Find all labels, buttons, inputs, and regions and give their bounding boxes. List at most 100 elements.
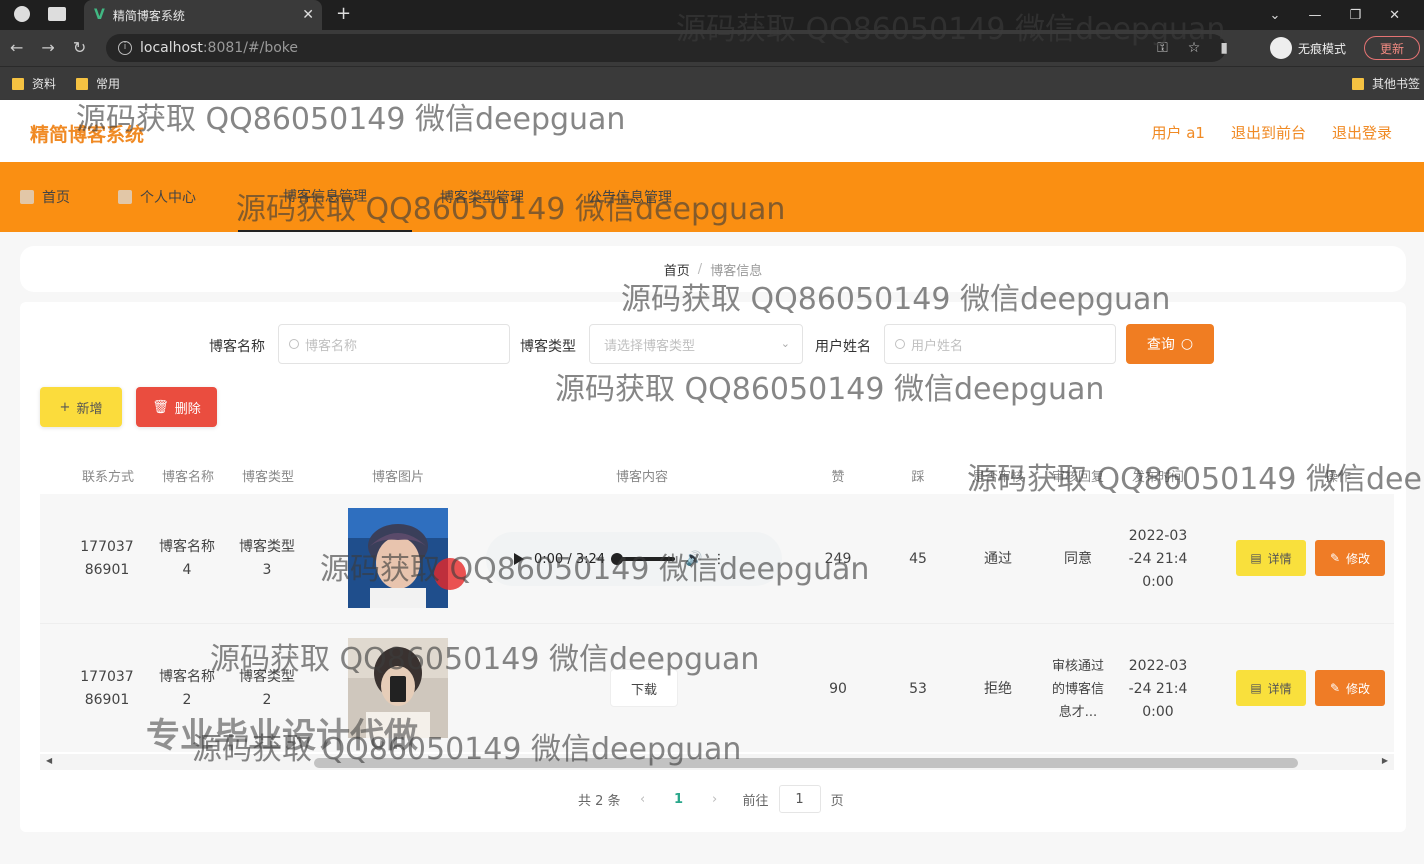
user-name-input[interactable]: 用户姓名 [884,324,1116,364]
blog-image [348,638,448,738]
download-button[interactable]: 下载 [610,669,678,707]
home-icon [20,190,34,204]
folder-icon [76,77,88,90]
folder-icon [1352,77,1364,90]
delete-button[interactable]: 🗑 删除 [136,387,217,427]
blog-name-placeholder: 博客名称 [305,338,358,354]
tab-close-icon[interactable]: ✕ [302,7,314,23]
nav-profile[interactable]: 个人中心 [118,162,196,232]
vue-logo-icon: V [94,7,105,23]
audio-player[interactable]: 0:00 / 3:24 🔊 ⋮ [486,532,782,586]
restore-icon[interactable]: ❐ [1349,8,1361,23]
likes-cell: 90 [829,681,847,697]
close-window-icon[interactable]: ✕ [1389,8,1400,23]
blog-image [348,508,448,608]
col-blog-content: 博客内容 [615,470,668,485]
nav-blog-mgmt[interactable]: 博客信息管理 [238,162,412,232]
edit-label: 修改 [1346,551,1371,566]
main-nav: 首页 个人中心 博客信息管理 博客类型管理 公告信息管理 [0,162,1424,232]
reply-cell: 同意 [1064,551,1092,567]
plus-icon: + [59,399,71,415]
incognito-indicator[interactable]: 无痕模式 [1270,37,1346,59]
scroll-left-icon[interactable]: ◀ [46,756,52,765]
detail-button[interactable]: ▤ 详情 [1236,670,1306,706]
address-actions: ⚿ ☆ ▮ [1157,40,1228,56]
audio-progress[interactable] [611,553,676,565]
sidepanel-icon[interactable]: ▮ [1220,40,1228,56]
page-suffix: 页 [830,793,844,809]
tab-list-icon[interactable]: ⌄ [1270,8,1281,23]
volume-icon[interactable]: 🔊 [685,551,702,567]
contact-cell: 17703786901 [80,669,134,708]
nav-category-mgmt-label: 博客类型管理 [440,190,524,206]
dislikes-cell: 53 [909,681,927,697]
main-panel: 博客名称 博客名称 博客类型 请选择博客类型 ⌄ 用户姓名 用户姓名 查询 ○ … [20,302,1406,832]
update-button[interactable]: 更新 [1364,36,1420,60]
page-number[interactable]: 1 [665,792,693,807]
prev-page-icon[interactable]: ‹ [631,792,655,807]
detail-button[interactable]: ▤ 详情 [1236,540,1306,576]
search-form: 博客名称 博客名称 博客类型 请选择博客类型 ⌄ 用户姓名 用户姓名 查询 ○ [20,324,1406,366]
key-icon[interactable]: ⚿ [1157,40,1168,56]
scrollbar-thumb[interactable] [314,758,1298,768]
logout-link[interactable]: 退出登录 [1332,122,1392,143]
more-icon[interactable]: ⋮ [712,552,725,567]
audit-cell: 通过 [984,551,1012,567]
bookmarks-bar: 资料 常用 其他书签 [0,66,1424,100]
url-path: :8081/#/boke [202,40,299,56]
address-bar[interactable]: i localhost:8081/#/boke [106,34,1226,62]
nav-notice-mgmt[interactable]: 公告信息管理 [588,162,672,232]
add-label: 新增 [76,401,103,417]
browser-toolbar: ← → ↻ i localhost:8081/#/boke ⚿ ☆ ▮ 无痕模式… [0,30,1424,66]
browser-profile-icon[interactable] [14,6,30,22]
nav-category-mgmt[interactable]: 博客类型管理 [440,162,524,232]
tab-strip-icons [14,6,66,22]
other-bookmarks[interactable]: 其他书签 [1352,75,1420,92]
forward-icon[interactable]: → [41,38,54,57]
goto-page-input[interactable]: 1 [778,785,821,813]
reply-cell: 审核通过的博客信息才... [1051,659,1104,720]
user-link[interactable]: 用户 a1 [1151,122,1205,143]
col-dislikes: 踩 [911,470,925,485]
blog-type-placeholder: 请选择博客类型 [604,338,696,354]
star-icon[interactable]: ☆ [1188,40,1201,56]
bookmark-folder[interactable]: 常用 [76,75,120,92]
query-button[interactable]: 查询 ○ [1126,324,1214,364]
scroll-right-icon[interactable]: ▶ [1382,756,1388,765]
edit-button[interactable]: ✎ 修改 [1315,540,1385,576]
bookmark-folder[interactable]: 资料 [12,75,56,92]
nav-home[interactable]: 首页 [20,162,70,232]
col-audit: 是否审核 [971,470,1024,485]
back-icon[interactable]: ← [10,38,23,57]
new-tab-icon[interactable]: + [336,3,351,24]
dislikes-cell: 45 [909,551,927,567]
blog-name-input[interactable]: 博客名称 [278,324,510,364]
edit-button[interactable]: ✎ 修改 [1315,670,1385,706]
blog-type-select[interactable]: 请选择博客类型 ⌄ [589,324,803,364]
play-icon[interactable] [514,553,524,565]
table-horizontal-scrollbar[interactable]: ◀ ▶ [40,754,1394,770]
document-icon: ▤ [1250,551,1262,565]
add-button[interactable]: + 新增 [40,387,122,427]
blog-name-cell: 博客名称2 [159,669,215,708]
other-bookmarks-label: 其他书签 [1372,77,1421,91]
browser-tab[interactable]: V 精简博客系统 ✕ [84,0,322,30]
tab-search-icon[interactable] [48,7,66,21]
folder-icon [12,77,24,90]
query-label: 查询 [1146,337,1175,353]
breadcrumb-separator: / [697,261,703,277]
back-to-front-link[interactable]: 退出到前台 [1231,122,1306,143]
search-icon [289,339,299,349]
blog-type-cell: 博客类型3 [239,539,295,578]
nav-notice-mgmt-label: 公告信息管理 [588,190,672,206]
goto-label: 前往 [742,793,769,809]
time-cell: 2022-03-24 21:40:00 [1128,658,1188,720]
breadcrumb-home[interactable]: 首页 [664,260,690,279]
site-title: 精简博客系统 [30,124,145,146]
progress-knob[interactable] [611,553,624,565]
reload-icon[interactable]: ↻ [73,38,86,57]
search-icon: ○ [1180,336,1194,352]
next-page-icon[interactable]: › [703,792,727,807]
minimize-icon[interactable]: — [1308,8,1321,23]
site-info-icon[interactable]: i [118,41,132,55]
